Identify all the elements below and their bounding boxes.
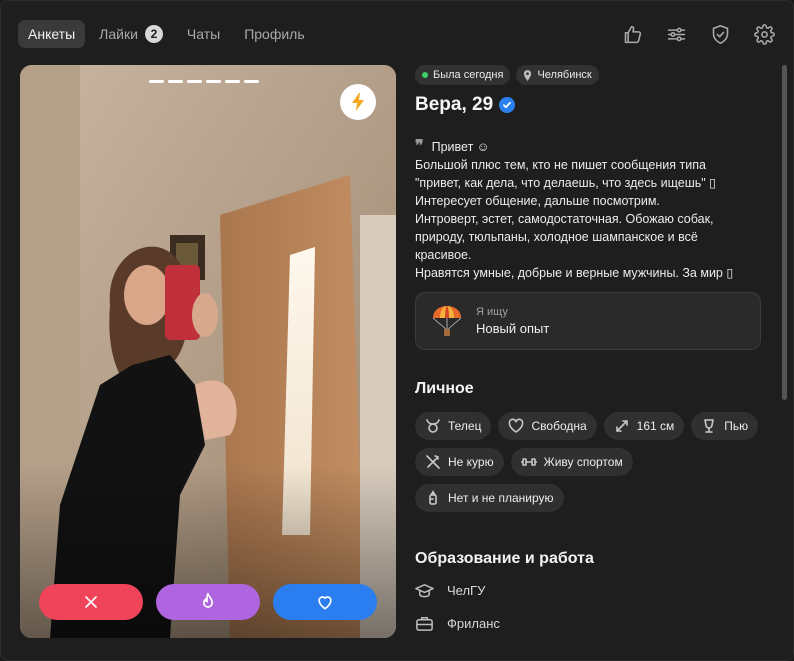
last-seen-text: Была сегодня [433, 69, 504, 81]
dumbbell-icon [520, 458, 537, 466]
tag-sport: Живу спортом [510, 448, 633, 476]
graduation-cap-icon [415, 584, 434, 598]
work-label: Фриланс [447, 616, 500, 631]
tag-relationship: Свободна [498, 412, 597, 440]
status-chips: Была сегодня Челябинск [415, 65, 765, 85]
toolbar [620, 22, 776, 46]
baby-bottle-icon [429, 490, 437, 505]
tab-chats[interactable]: Чаты [177, 20, 230, 48]
education-item: ЧелГУ [415, 581, 765, 600]
heart-outline-icon [509, 418, 524, 433]
photo-indicator[interactable] [206, 80, 221, 83]
tag-label: Свободна [531, 419, 587, 433]
education-list: ЧелГУ Фриланс [415, 581, 765, 633]
name-row: Вера, 29 [415, 94, 765, 116]
close-icon [85, 596, 97, 608]
bio-text: Большой плюс тем, кто не пишет сообщения… [415, 158, 734, 280]
personal-section-title: Личное [415, 380, 474, 397]
tab-profiles[interactable]: Анкеты [18, 20, 86, 48]
tag-height: 161 см [603, 412, 685, 440]
tab-profile[interactable]: Профиль [234, 20, 314, 48]
verified-badge-icon [499, 97, 516, 113]
tag-label: Живу спортом [543, 455, 623, 469]
boost-button[interactable] [340, 84, 376, 120]
tag-drinking: Пью [691, 412, 759, 440]
filters-icon[interactable] [664, 22, 688, 46]
likes-count-badge: 2 [144, 25, 163, 43]
no-smoking-icon [426, 455, 440, 469]
tab-likes[interactable]: Лайки 2 [89, 20, 173, 48]
photo-pager [149, 80, 259, 83]
location-pin-icon [524, 69, 532, 81]
scrollbar[interactable] [782, 65, 787, 400]
height-icon [615, 420, 628, 432]
tag-smoking: Не курю [415, 448, 504, 476]
wine-glass-icon [704, 419, 715, 433]
tag-label: Пью [724, 419, 749, 433]
work-item: Фриланс [415, 614, 765, 633]
briefcase-icon [416, 617, 433, 631]
like-button[interactable] [273, 584, 377, 620]
bio-greeting: Привет ☺ [431, 140, 490, 154]
photo-indicator[interactable] [168, 80, 183, 83]
profile-name: Вера, 29 [415, 94, 494, 115]
lightning-icon [352, 93, 364, 111]
tag-label: 161 см [636, 419, 675, 433]
last-seen-chip: Была сегодня [415, 65, 511, 85]
photo-indicator[interactable] [225, 80, 240, 83]
bio-greeting-row: ❞ Привет ☺ [415, 138, 765, 156]
profile-photo-card[interactable] [20, 65, 396, 638]
tab-profiles-label: Анкеты [28, 26, 76, 42]
dislike-button[interactable] [39, 584, 143, 620]
tag-label: Не курю [448, 455, 494, 469]
city-text: Челябинск [537, 69, 592, 81]
gear-icon[interactable] [752, 22, 776, 46]
education-label: ЧелГУ [447, 583, 486, 598]
tab-likes-label: Лайки [99, 26, 138, 42]
education-section-title: Образование и работа [415, 550, 594, 567]
seeking-label: Я ищу [476, 306, 508, 318]
quote-icon: ❞ [415, 138, 424, 155]
profile-photo [20, 65, 396, 638]
online-dot-icon [422, 72, 428, 78]
shield-check-icon[interactable] [708, 22, 732, 46]
tab-chats-label: Чаты [186, 26, 221, 42]
thumbs-up-icon[interactable] [620, 22, 644, 46]
profile-info: Была сегодня Челябинск Вера, 29 ❞ Привет… [415, 65, 765, 633]
city-chip: Челябинск [516, 65, 599, 85]
photo-indicator[interactable] [149, 80, 164, 83]
tag-label: Нет и не планирую [448, 491, 554, 505]
heart-icon [318, 596, 332, 610]
personal-tags: Телец Свободна 161 см Пью Не курю Живу с… [415, 412, 765, 512]
tag-children: Нет и не планирую [415, 484, 564, 512]
photo-indicator[interactable] [187, 80, 202, 83]
parachute-icon [432, 306, 462, 336]
swipe-actions [39, 584, 377, 620]
seeking-card: Я ищу Новый опыт [415, 292, 761, 350]
tag-zodiac: Телец [415, 412, 492, 440]
top-nav: Анкеты Лайки 2 Чаты Профиль [18, 20, 315, 48]
taurus-icon [426, 419, 440, 433]
superlike-button[interactable] [156, 584, 260, 620]
tab-profile-label: Профиль [244, 26, 305, 42]
seeking-value: Новый опыт [476, 321, 550, 336]
tag-label: Телец [448, 419, 482, 433]
photo-indicator[interactable] [244, 80, 259, 83]
flame-icon [203, 592, 213, 608]
